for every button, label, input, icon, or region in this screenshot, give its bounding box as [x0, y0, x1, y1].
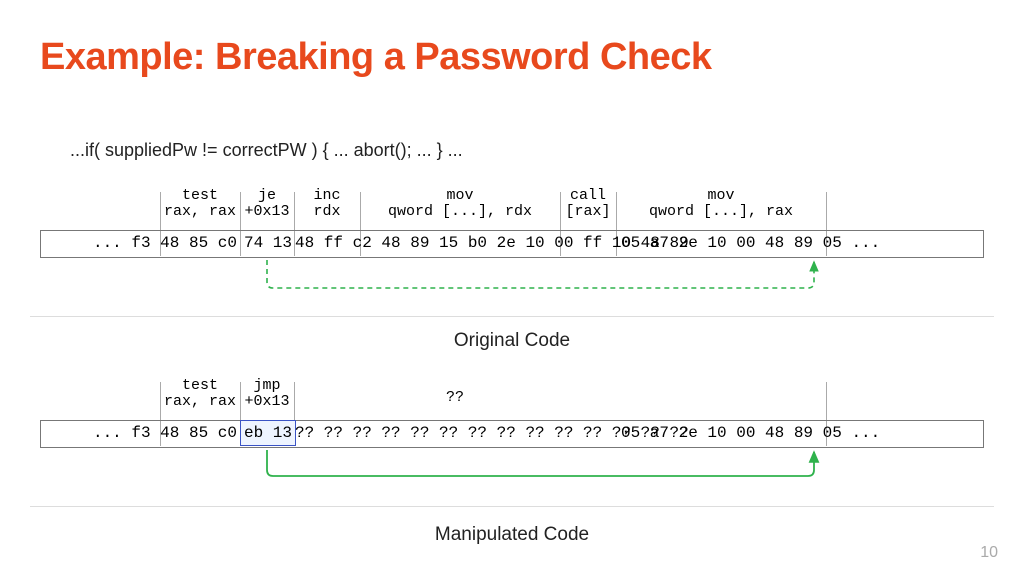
caption-manipulated: Manipulated Code	[0, 524, 1024, 546]
jump-arrow-original	[40, 258, 984, 298]
source-code-line: ...if( suppliedPw != correctPW ) { ... a…	[70, 140, 463, 161]
jump-arrow-manipulated	[40, 448, 984, 488]
page-number: 10	[980, 544, 998, 562]
slide-title: Example: Breaking a Password Check	[40, 36, 712, 79]
caption-original: Original Code	[0, 330, 1024, 352]
patched-opcode: eb 13	[241, 421, 295, 445]
instruction-labels-manipulated: test rax, rax jmp +0x13 ??	[40, 378, 984, 420]
byte-strip-manipulated: ... f3 48 85 c0 eb 13 ?? ?? ?? ?? ?? ?? …	[40, 420, 984, 448]
slide: Example: Breaking a Password Check ...if…	[0, 0, 1024, 576]
byte-strip-original: ... f3 48 85 c0 74 13 48 ff c2 48 89 15 …	[40, 230, 984, 258]
diagram-manipulated: test rax, rax jmp +0x13 ?? ... f3 48 85 …	[40, 378, 984, 488]
instruction-labels-original: test rax, rax je +0x13 inc rdx mov qword…	[40, 188, 984, 230]
diagram-original: test rax, rax je +0x13 inc rdx mov qword…	[40, 188, 984, 298]
